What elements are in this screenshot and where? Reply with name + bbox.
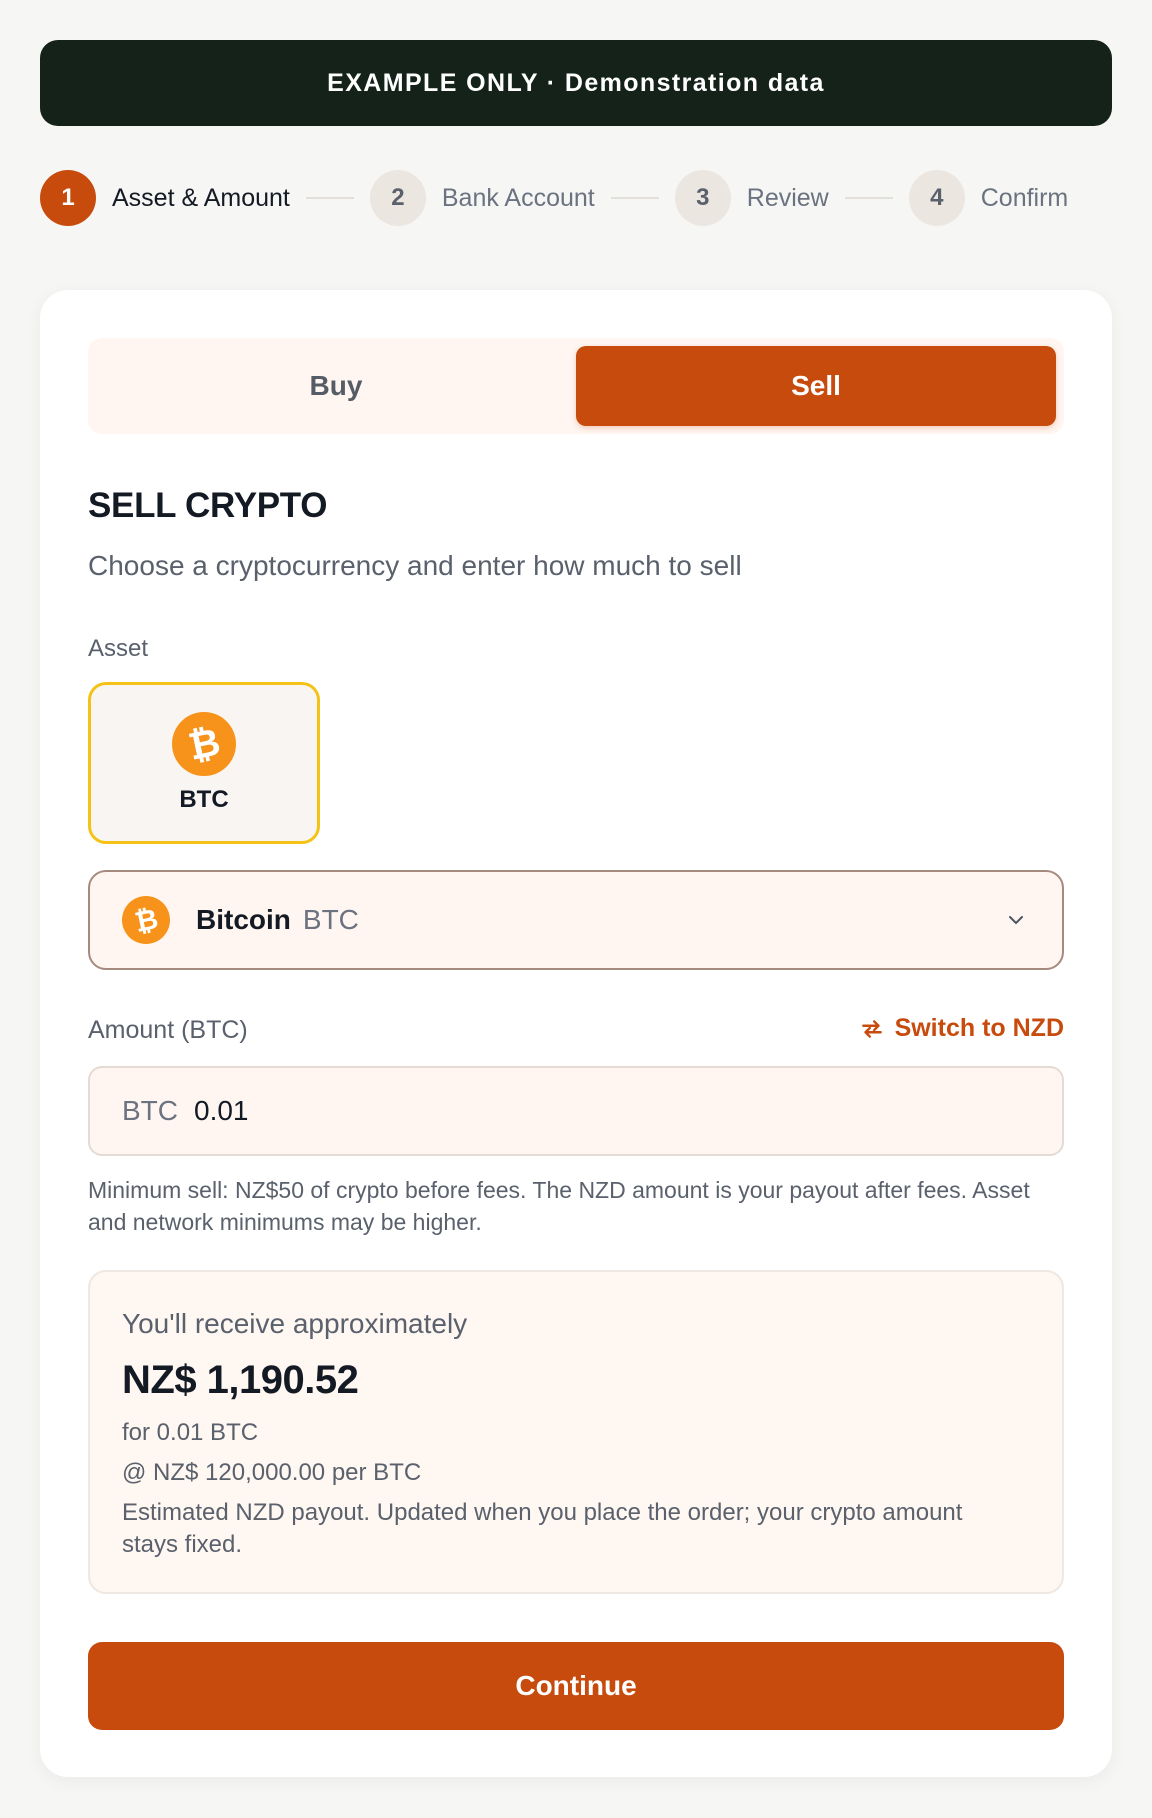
page-subtitle: Choose a cryptocurrency and enter how mu… bbox=[88, 550, 742, 581]
step-number: 2 bbox=[369, 170, 426, 226]
step-confirm: 4 Confirm bbox=[908, 170, 1069, 226]
step-number: 4 bbox=[908, 170, 965, 226]
asset-tile-btc[interactable]: ₿ BTC bbox=[88, 682, 320, 844]
amount-label: Amount (BTC) bbox=[88, 1016, 248, 1044]
buy-tab[interactable]: Buy bbox=[96, 346, 576, 426]
chevron-down-icon bbox=[1009, 916, 1023, 924]
step-asset-amount: 1 Asset & Amount bbox=[40, 170, 290, 226]
asset-select-symbol: BTC bbox=[302, 904, 359, 935]
continue-button[interactable]: Continue bbox=[88, 1642, 1064, 1730]
demo-banner: EXAMPLE ONLY · Demonstration data bbox=[40, 40, 1112, 126]
demo-banner-text: EXAMPLE ONLY · Demonstration data bbox=[327, 68, 825, 97]
amount-input[interactable] bbox=[194, 1095, 894, 1127]
sell-form-card: Buy Sell SELL CRYPTO Choose a cryptocurr… bbox=[40, 290, 1112, 1777]
switch-currency-label: Switch to NZD bbox=[894, 1014, 1064, 1042]
quote-note: Estimated NZD payout. Updated when you p… bbox=[122, 1499, 963, 1558]
step-label: Confirm bbox=[980, 183, 1069, 212]
step-connector bbox=[610, 197, 659, 199]
bitcoin-icon: ₿ bbox=[122, 896, 170, 944]
step-connector bbox=[844, 197, 893, 199]
step-label: Bank Account bbox=[441, 183, 595, 212]
amount-prefix: BTC bbox=[122, 1095, 178, 1126]
page-title: SELL CRYPTO bbox=[88, 486, 328, 525]
step-number: 3 bbox=[674, 170, 731, 226]
step-number: 1 bbox=[40, 170, 96, 226]
quote-for: for 0.01 BTC bbox=[122, 1419, 259, 1446]
sell-tab[interactable]: Sell bbox=[576, 346, 1056, 426]
asset-select-name: Bitcoin bbox=[196, 904, 291, 935]
quote-rate: @ NZ$ 120,000.00 per BTC bbox=[122, 1459, 422, 1486]
step-connector bbox=[305, 197, 354, 199]
quote-label: You'll receive approximately bbox=[122, 1308, 468, 1339]
step-bank-account: 2 Bank Account bbox=[369, 170, 595, 226]
swap-icon bbox=[861, 1019, 882, 1038]
asset-tile-ticker: BTC bbox=[179, 786, 229, 813]
progress-stepper: 1 Asset & Amount 2 Bank Account 3 Review… bbox=[40, 170, 1112, 226]
buy-sell-toggle: Buy Sell bbox=[88, 338, 1064, 434]
bitcoin-icon: ₿ bbox=[172, 712, 236, 776]
amount-field[interactable]: BTC bbox=[88, 1066, 1064, 1156]
step-label: Review bbox=[746, 183, 829, 212]
minimum-sell-hint: Minimum sell: NZ$50 of crypto before fee… bbox=[88, 1177, 1030, 1235]
payout-quote: You'll receive approximately NZ$ 1,190.5… bbox=[88, 1270, 1064, 1594]
asset-label: Asset bbox=[88, 635, 149, 662]
step-label: Asset & Amount bbox=[112, 183, 290, 212]
switch-currency-button[interactable]: Switch to NZD bbox=[859, 1014, 1064, 1043]
quote-amount: NZ$ 1,190.52 bbox=[122, 1358, 359, 1402]
asset-select[interactable]: ₿ Bitcoin BTC bbox=[88, 870, 1064, 970]
step-review: 3 Review bbox=[674, 170, 829, 226]
